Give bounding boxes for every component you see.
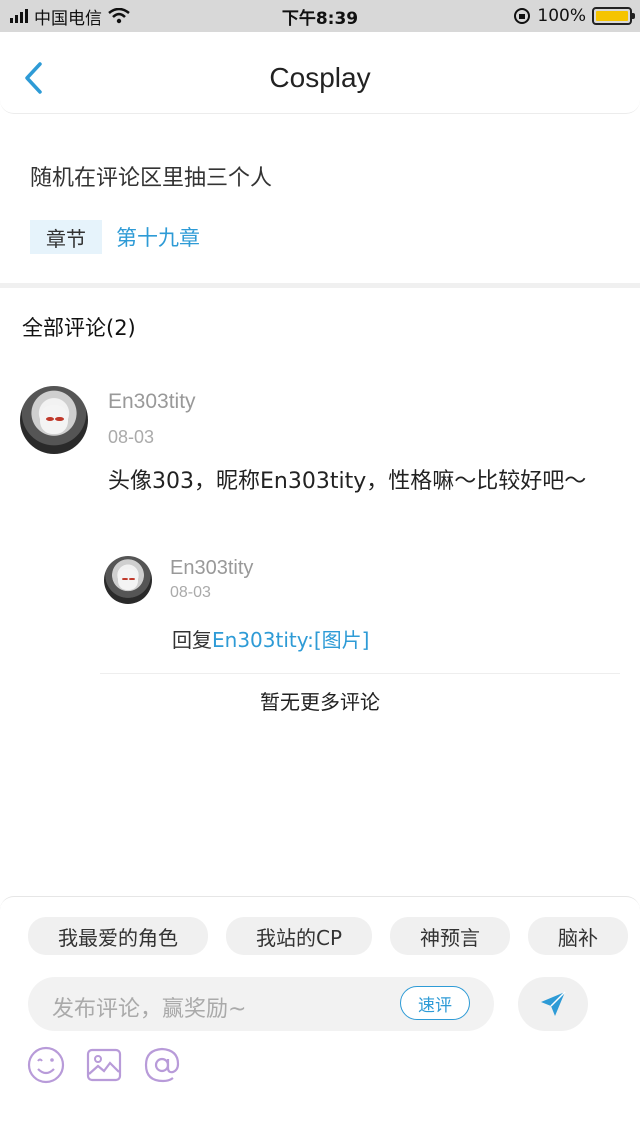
chapter-link[interactable]: 第十九章 <box>116 222 200 252</box>
composer-tools <box>26 1045 182 1085</box>
divider <box>100 673 620 674</box>
reply-date: 08-03 <box>170 584 211 601</box>
comment-date: 08-03 <box>108 427 155 447</box>
reply-prefix: 回复 <box>172 628 212 652</box>
chip-my-cp[interactable]: 我站的CP <box>226 917 373 955</box>
send-icon <box>541 991 566 1016</box>
chapter-tag: 章节 <box>30 220 102 254</box>
battery-percent: 100% <box>537 6 586 26</box>
comment-input[interactable]: 发布评论，赢奖励~ 速评 <box>28 977 494 1031</box>
avatar[interactable] <box>20 386 88 454</box>
quick-review-button[interactable]: 速评 <box>400 986 470 1020</box>
chip-favorite-character[interactable]: 我最爱的角色 <box>28 917 208 955</box>
comment-text: 头像303，昵称En303tity，性格嘛～比较好吧～ <box>108 469 587 494</box>
emoji-icon[interactable] <box>26 1045 66 1085</box>
reply-target-link[interactable]: En303tity:[图片] <box>212 628 369 652</box>
reply-text: 回复En303tity:[图片] <box>172 624 369 653</box>
page-title: Cosplay <box>269 62 371 93</box>
comment-author[interactable]: En303tity <box>108 390 196 414</box>
comments-title: 全部评论(2) <box>22 316 136 340</box>
no-more-comments: 暂无更多评论 <box>260 690 380 714</box>
at-icon[interactable] <box>142 1045 182 1085</box>
nav-header: Cosplay <box>0 32 640 114</box>
comment-placeholder: 发布评论，赢奖励~ <box>52 997 247 1022</box>
section-divider <box>0 283 640 288</box>
comment-composer: 我最爱的角色 我站的CP 神预言 脑补 发布评论，赢奖励~ 速评 <box>0 896 640 1138</box>
quick-topic-chips: 我最爱的角色 我站的CP 神预言 脑补 <box>28 917 629 955</box>
post-text: 随机在评论区里抽三个人 <box>30 166 273 191</box>
chip-headcanon[interactable]: 脑补 <box>528 917 629 955</box>
image-icon[interactable] <box>84 1045 124 1085</box>
status-bar: 中国电信 下午8:39 100% <box>0 0 640 32</box>
reply-avatar[interactable] <box>104 556 152 604</box>
orientation-lock-icon <box>514 8 531 24</box>
send-button[interactable] <box>518 977 588 1031</box>
reply-author[interactable]: En303tity <box>170 557 253 580</box>
chapter-row: 章节 第十九章 <box>30 220 200 254</box>
chip-prophecy[interactable]: 神预言 <box>390 917 511 955</box>
battery-icon <box>592 7 635 25</box>
